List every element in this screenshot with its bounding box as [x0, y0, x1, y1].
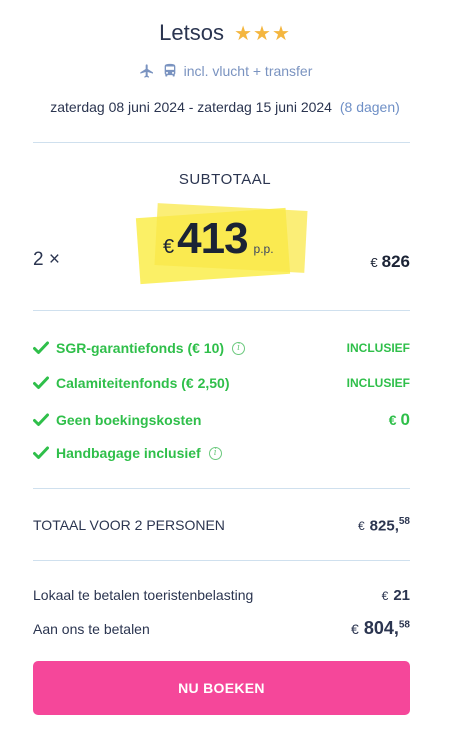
feature-label: SGR-garantiefonds (€ 10)	[56, 340, 225, 356]
feature-status: INCLUSIEF	[346, 376, 410, 390]
star-rating-icon: ★★★	[234, 23, 291, 45]
subtotal-currency: €	[370, 255, 378, 270]
check-icon	[33, 376, 49, 389]
tax-currency: €	[381, 589, 389, 603]
hotel-name: Letsos	[159, 20, 224, 45]
trip-duration: (8 dagen)	[339, 99, 400, 115]
tourist-tax-row: Lokaal te betalen toeristenbelasting €21	[33, 587, 410, 605]
hotel-title: Letsos ★★★	[0, 20, 450, 46]
check-icon	[33, 446, 49, 459]
info-icon[interactable]: i	[232, 341, 246, 355]
booking-costs-currency: €	[388, 412, 397, 428]
date-range: zaterdag 08 juni 2024 - zaterdag 15 juni…	[50, 99, 332, 115]
amount-to-pay-label: Aan ons te betalen	[33, 621, 150, 637]
feature-label: Calamiteitenfonds (€ 2,50)	[56, 375, 230, 391]
check-icon	[33, 341, 49, 354]
bus-icon	[164, 63, 175, 77]
total-value: €825,58	[358, 516, 410, 535]
price-per-person: € 413 p.p.	[163, 214, 274, 264]
amount-to-pay-value: €804,58	[351, 618, 410, 639]
subtotal-value: 826	[381, 252, 410, 271]
subtotal-amount: €826	[370, 252, 410, 272]
amount-to-pay-row: Aan ons te betalen €804,58	[33, 618, 410, 639]
info-icon[interactable]: i	[208, 446, 222, 460]
subtotal-heading: SUBTOTAAL	[178, 171, 272, 188]
per-person-label: p.p.	[253, 242, 274, 256]
feature-status: €0	[389, 410, 410, 430]
booking-costs-value: 0	[400, 410, 410, 429]
feature-label: Geen boekingskosten	[56, 412, 202, 428]
tourist-tax-label: Lokaal te betalen toeristenbelasting	[33, 587, 254, 603]
divider	[33, 560, 410, 561]
feature-label: Handbagage inclusief	[56, 445, 201, 461]
airplane-icon	[139, 63, 153, 78]
feature-calamiteiten: Calamiteitenfonds (€ 2,50) INCLUSIEF	[33, 375, 410, 391]
feature-sgr: SGR-garantiefonds (€ 10) i INCLUSIEF	[33, 340, 410, 356]
book-now-button[interactable]: NU BOEKEN	[33, 661, 410, 715]
feature-hand-luggage: Handbagage inclusief i	[33, 445, 410, 461]
travel-dates: zaterdag 08 juni 2024 - zaterdag 15 juni…	[0, 99, 450, 115]
divider	[33, 142, 410, 143]
feature-status: INCLUSIEF	[346, 341, 410, 355]
check-icon	[33, 413, 49, 426]
pay-currency: €	[351, 621, 359, 637]
total-whole: 825,	[369, 517, 399, 535]
pay-whole: 804,	[363, 618, 399, 638]
total-decimals: 58	[398, 516, 410, 527]
divider	[33, 488, 410, 489]
travel-includes-text: incl. vlucht + transfer	[183, 62, 313, 79]
total-row: TOTAAL VOOR 2 PERSONEN €825,58	[33, 516, 410, 535]
total-currency: €	[357, 519, 365, 534]
travel-includes: incl. vlucht + transfer	[0, 62, 450, 79]
feature-booking-costs: Geen boekingskosten €0	[33, 410, 410, 430]
divider	[33, 310, 410, 311]
person-quantity: 2 ×	[33, 249, 60, 270]
total-label: TOTAAL VOOR 2 PERSONEN	[33, 517, 225, 534]
tax-amount: 21	[393, 587, 410, 604]
price-amount: 413	[177, 214, 248, 263]
tourist-tax-value: €21	[382, 587, 410, 605]
pay-decimals: 58	[398, 619, 410, 631]
price-currency: €	[163, 236, 175, 258]
